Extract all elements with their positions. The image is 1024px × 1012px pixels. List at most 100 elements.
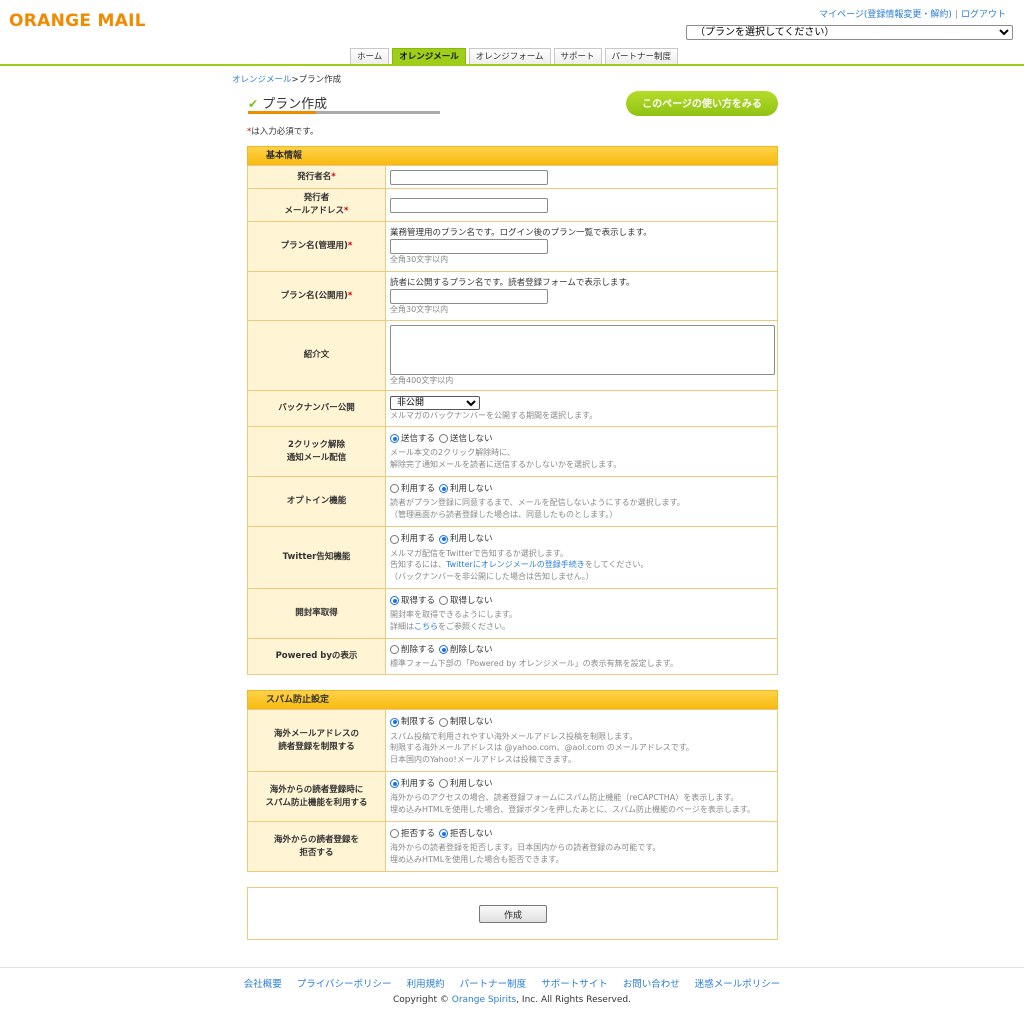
foreign-reject-reject-label: 拒否する bbox=[401, 828, 436, 839]
publisher-name-cell bbox=[385, 165, 778, 189]
openrate-radio-noget[interactable]: 取得しない bbox=[439, 595, 493, 607]
plan-public-input[interactable] bbox=[390, 288, 548, 304]
footer-link-company[interactable]: 会社概要 bbox=[244, 979, 282, 990]
poweredby-radio-delete[interactable]: 削除する bbox=[390, 644, 435, 656]
basic-info-header: 基本情報 bbox=[247, 146, 778, 165]
page-title: ✔ プラン作成 bbox=[248, 93, 327, 112]
orange-mail-logo[interactable]: ORANGE MAIL bbox=[9, 11, 146, 31]
optin-nouse-label: 利用しない bbox=[450, 483, 493, 494]
row-foreign-reject: 海外からの読者登録を 拒否する 拒否する 拒否しない 海外からの読者登録を拒否します… bbox=[247, 821, 778, 872]
twitter-hint-2b: をしてください。 bbox=[584, 560, 649, 569]
radio-unchecked-icon[interactable] bbox=[390, 484, 399, 494]
intro-label: 紹介文 bbox=[247, 320, 386, 391]
required-mark: * bbox=[347, 290, 353, 301]
radio-checked-icon[interactable] bbox=[390, 434, 399, 444]
openrate-hint-2a: 詳細は bbox=[390, 621, 414, 631]
spam-section: スパム防止設定 海外メールアドレスの 読者登録を制限する 制限する 制限しない スパ… bbox=[247, 690, 778, 872]
backnumber-hint: メルマガのバックナンバーを公開する期間を選択します。 bbox=[390, 410, 598, 420]
footer-link-privacy[interactable]: プライバシーポリシー bbox=[297, 979, 392, 990]
foreign-captcha-radio-nouse[interactable]: 利用しない bbox=[439, 778, 493, 790]
row-plan-public: プラン名(公開用)* 読者に公開するプラン名です。読者登録フォームで表示します。… bbox=[247, 271, 778, 321]
twitter-hint-2: 告知するには、Twitterにオレンジメールの登録手続きをしてください。 bbox=[390, 559, 773, 571]
radio-checked-icon[interactable] bbox=[390, 596, 399, 606]
publisher-name-input[interactable] bbox=[390, 169, 548, 185]
footer-link-spam-policy[interactable]: 迷惑メールポリシー bbox=[695, 979, 781, 990]
intro-textarea[interactable] bbox=[390, 324, 775, 375]
logout-link[interactable]: ログアウト bbox=[961, 10, 1006, 20]
optin-radio-use[interactable]: 利用する bbox=[390, 483, 435, 495]
openrate-noget-label: 取得しない bbox=[450, 595, 493, 606]
footer-link-support[interactable]: サポートサイト bbox=[541, 979, 608, 990]
twoclick-radio-send[interactable]: 送信する bbox=[390, 433, 435, 445]
foreign-email-radio-restrict[interactable]: 制限する bbox=[390, 716, 435, 728]
breadcrumb: オレンジメール>プラン作成 bbox=[232, 73, 341, 85]
breadcrumb-orange-mail-link[interactable]: オレンジメール bbox=[232, 75, 292, 85]
twoclick-radio-nosend[interactable]: 送信しない bbox=[439, 433, 493, 445]
row-optin: オプトイン機能 利用する 利用しない 読者がプラン登録に同意するまで、メールを配信… bbox=[247, 476, 778, 527]
plan-admin-hint: 全角30文字以内 bbox=[390, 255, 449, 265]
plan-select[interactable]: （プランを選択してください） bbox=[686, 25, 1013, 40]
twitter-hint-1: メルマガ配信をTwitterで告知するか選択します。 bbox=[390, 548, 569, 558]
twoclick-label-line2: 通知メール配信 bbox=[286, 452, 347, 463]
publisher-email-input[interactable] bbox=[390, 197, 548, 213]
twitter-label: Twitter告知機能 bbox=[247, 526, 386, 589]
twitter-radio-use[interactable]: 利用する bbox=[390, 533, 435, 545]
radio-unchecked-icon[interactable] bbox=[439, 596, 449, 606]
twitter-radio-nouse[interactable]: 利用しない bbox=[439, 533, 493, 545]
create-button[interactable]: 作成 bbox=[479, 905, 547, 923]
plan-public-label-text: プラン名(公開用) bbox=[280, 290, 348, 301]
tab-orange-mail[interactable]: オレンジメール bbox=[392, 48, 466, 65]
twoclick-hint-1: メール本文の2クリック解除時に、 bbox=[390, 448, 515, 458]
poweredby-radio-keep[interactable]: 削除しない bbox=[439, 644, 493, 656]
radio-checked-icon[interactable] bbox=[439, 829, 449, 839]
radio-checked-icon[interactable] bbox=[439, 484, 449, 494]
required-mark: * bbox=[347, 241, 353, 251]
twoclick-send-label: 送信する bbox=[401, 433, 436, 444]
tab-orange-form[interactable]: オレンジフォーム bbox=[468, 48, 551, 65]
intro-hint: 全角400文字以内 bbox=[390, 375, 454, 385]
required-note-text: は入力必須です。 bbox=[251, 127, 319, 137]
intro-cell: 全角400文字以内 bbox=[385, 320, 778, 391]
footer-link-terms[interactable]: 利用規約 bbox=[407, 979, 445, 990]
help-button[interactable]: このページの使い方をみる bbox=[626, 91, 778, 116]
foreign-captcha-cell: 利用する 利用しない 海外からのアクセスの場合、読者登録フォームにスパム防止機能（… bbox=[385, 771, 778, 822]
foreign-captcha-radio-use[interactable]: 利用する bbox=[390, 778, 435, 790]
separator: | bbox=[954, 10, 958, 20]
radio-unchecked-icon[interactable] bbox=[390, 829, 399, 839]
foreign-email-radio-norestrict[interactable]: 制限しない bbox=[439, 716, 493, 728]
mypage-link[interactable]: マイページ(登録情報変更・解約) bbox=[819, 10, 952, 20]
radio-unchecked-icon[interactable] bbox=[439, 779, 449, 789]
openrate-label: 開封率取得 bbox=[247, 588, 386, 639]
radio-unchecked-icon[interactable] bbox=[439, 434, 449, 444]
required-mark: * bbox=[331, 171, 336, 182]
foreign-reject-radio-noreject[interactable]: 拒否しない bbox=[439, 828, 493, 840]
radio-checked-icon[interactable] bbox=[390, 717, 399, 727]
row-publisher-name: 発行者名* bbox=[247, 165, 778, 189]
radio-checked-icon[interactable] bbox=[439, 645, 449, 654]
footer-link-contact[interactable]: お問い合わせ bbox=[623, 979, 680, 990]
poweredby-delete-label: 削除する bbox=[401, 644, 436, 655]
twitter-register-link[interactable]: Twitterにオレンジメールの登録手続き bbox=[446, 560, 585, 569]
radio-unchecked-icon[interactable] bbox=[390, 645, 399, 654]
foreign-reject-noreject-label: 拒否しない bbox=[450, 828, 493, 839]
nav-divider bbox=[0, 64, 1024, 66]
optin-cell: 利用する 利用しない 読者がプラン登録に同意するまで、メールを配信しないようにする… bbox=[385, 476, 778, 527]
openrate-radio-get[interactable]: 取得する bbox=[390, 595, 435, 607]
plan-admin-input[interactable] bbox=[390, 239, 548, 255]
copyright-brand-link[interactable]: Orange Spirits bbox=[452, 995, 516, 1005]
foreign-reject-radio-reject[interactable]: 拒否する bbox=[390, 828, 435, 840]
radio-checked-icon[interactable] bbox=[439, 534, 449, 544]
radio-unchecked-icon[interactable] bbox=[439, 717, 449, 727]
tab-partner[interactable]: パートナー制度 bbox=[604, 48, 679, 65]
plan-public-label: プラン名(公開用)* bbox=[247, 271, 386, 321]
tab-support[interactable]: サポート bbox=[553, 48, 602, 65]
tab-home[interactable]: ホーム bbox=[350, 48, 390, 65]
publisher-email-label: 発行者 メールアドレス* bbox=[247, 188, 386, 222]
twoclick-label: 2クリック解除 通知メール配信 bbox=[247, 426, 386, 477]
openrate-details-link[interactable]: こちら bbox=[414, 622, 438, 631]
footer-link-partner[interactable]: パートナー制度 bbox=[460, 979, 527, 990]
optin-radio-nouse[interactable]: 利用しない bbox=[439, 483, 493, 495]
backnumber-select[interactable]: 非公開 bbox=[390, 395, 480, 410]
radio-unchecked-icon[interactable] bbox=[390, 534, 399, 544]
radio-checked-icon[interactable] bbox=[390, 779, 399, 789]
